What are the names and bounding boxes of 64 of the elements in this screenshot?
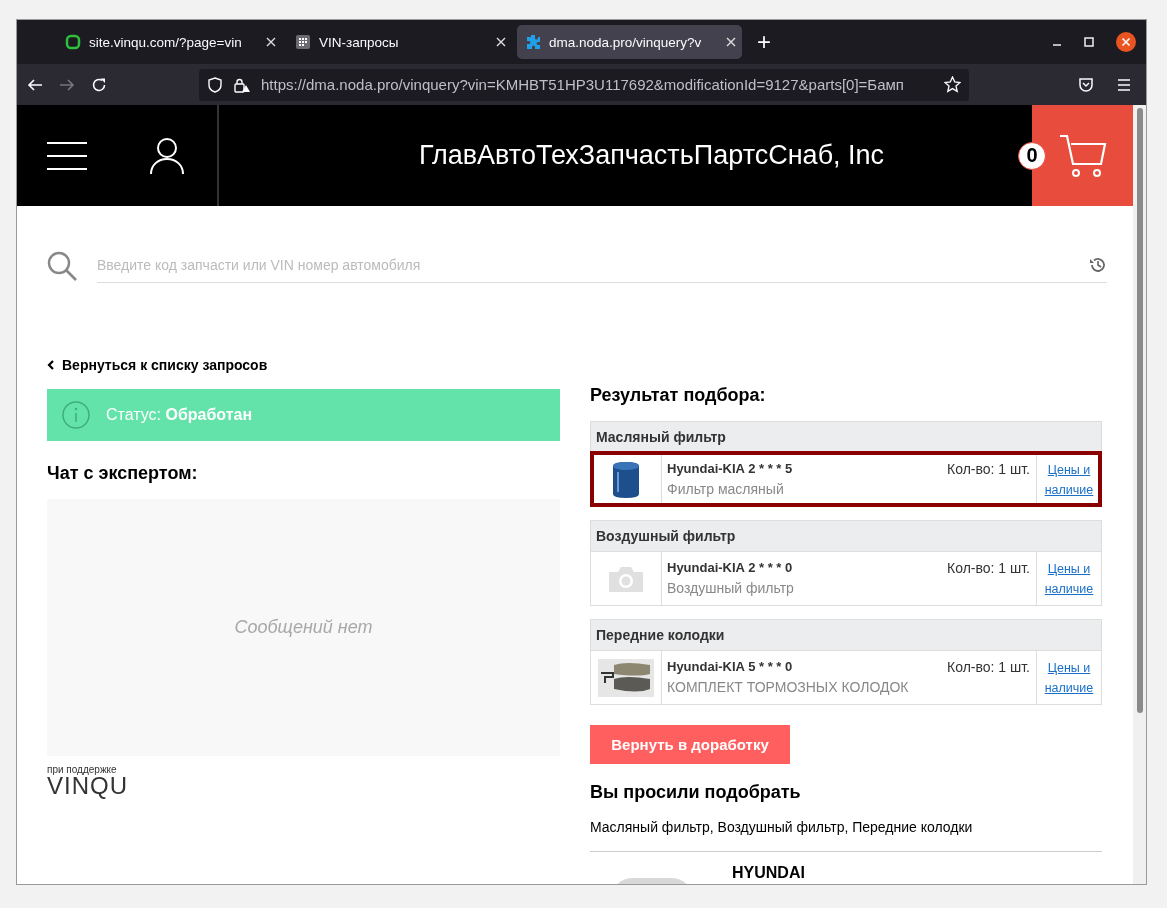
part-number: Hyundai-KIA 5 * * * 0 xyxy=(667,659,794,674)
close-icon[interactable] xyxy=(496,37,506,47)
url-text: https://dma.noda.pro/vinquery?vin=KMHBT51HP3U117692&modificationId=9127&parts[0]=Бамп xyxy=(261,76,905,93)
pocket-icon[interactable] xyxy=(1078,76,1094,93)
group-header: Масляный фильтр xyxy=(591,422,1101,452)
vehicle-make: HYUNDAI xyxy=(732,864,805,883)
vinqu-logo: VINQU xyxy=(47,775,129,797)
status-text: Статус: Обработан xyxy=(106,406,253,424)
quantity-text: Кол-во: 1 шт. xyxy=(947,560,1030,578)
reload-icon[interactable] xyxy=(91,76,107,93)
history-icon[interactable] xyxy=(1089,256,1107,274)
close-icon[interactable] xyxy=(266,37,276,47)
chevron-left-icon xyxy=(47,360,54,370)
lock-warning-icon xyxy=(233,76,251,93)
shield-icon xyxy=(207,76,223,93)
browser-tab[interactable]: dma.noda.pro/vinquery?v xyxy=(517,25,742,59)
tab-title: dma.noda.pro/vinquery?v xyxy=(549,34,703,50)
requested-parts-text: Масляный фильтр, Воздушный фильтр, Передние колодки xyxy=(590,819,974,835)
info-icon xyxy=(62,401,90,429)
browser-tab[interactable]: site.vinqu.com/?page=vin xyxy=(57,25,282,59)
back-link[interactable]: Вернуться к списку запросов xyxy=(47,355,560,375)
back-arrow-icon[interactable] xyxy=(27,76,43,93)
cart-icon xyxy=(1058,133,1107,178)
request-title: Вы просили подобрать xyxy=(590,782,802,803)
prices-link[interactable]: Цены и наличие xyxy=(1043,459,1095,500)
part-row[interactable]: Hyundai-KIA 2 * * * 5 Фильтр масляный Кол-во: 1 шт. Цены и наличие xyxy=(591,452,1101,506)
part-row[interactable]: Hyundai-KIA 5 * * * 0 КОМПЛЕКТ ТОРМОЗНЫХ КОЛОДОК Кол-во: 1 шт. Цены и наличие xyxy=(591,650,1101,704)
part-number: Hyundai-KIA 2 * * * 0 xyxy=(667,560,794,575)
site-title: ГлавАвтоТехЗапчастьПартсСнаб, Inc xyxy=(218,105,1018,206)
part-number: Hyundai-KIA 2 * * * 5 xyxy=(667,461,793,476)
puzzle-icon xyxy=(525,34,541,50)
user-icon[interactable] xyxy=(149,136,185,175)
brake-pads-drawing xyxy=(598,658,654,697)
new-tab-button[interactable]: + xyxy=(757,30,771,54)
prices-link[interactable]: Цены и наличие xyxy=(1043,657,1095,698)
search-icon[interactable] xyxy=(47,250,77,281)
grid-icon xyxy=(295,34,311,50)
cart-count-badge: 0 xyxy=(1018,141,1046,170)
menu-icon[interactable] xyxy=(1116,76,1132,93)
tab-title: site.vinqu.com/?page=vin xyxy=(89,34,243,50)
chat-title: Чат с экспертом: xyxy=(47,463,199,484)
oil-filter-drawing xyxy=(611,459,641,500)
star-icon[interactable] xyxy=(944,76,961,93)
tab-title: VIN-запросы xyxy=(319,34,400,50)
browser-tab[interactable]: VIN-запросы xyxy=(287,25,512,59)
prices-link[interactable]: Цены и наличие xyxy=(1043,558,1095,599)
quantity-text: Кол-во: 1 шт. xyxy=(947,659,1030,677)
close-icon[interactable] xyxy=(726,37,736,47)
results-title: Результат подбора: xyxy=(590,385,767,406)
forward-arrow-icon[interactable] xyxy=(59,76,75,93)
close-icon[interactable] xyxy=(1116,32,1136,52)
part-row[interactable]: Hyundai-KIA 2 * * * 0 Воздушный фильтр Кол-во: 1 шт. Цены и наличие xyxy=(591,551,1101,605)
search-field[interactable]: Введите код запчасти или VIN номер автомобиля xyxy=(97,257,1089,273)
part-description: КОМПЛЕКТ ТОРМОЗНЫХ КОЛОДОК xyxy=(667,679,909,695)
powered-by-caption: при поддержке xyxy=(47,764,118,775)
part-description: Воздушный фильтр xyxy=(667,580,794,596)
maximize-icon[interactable] xyxy=(1084,37,1094,47)
menu-icon[interactable] xyxy=(47,140,87,171)
group-header: Передние колодки xyxy=(591,620,1101,650)
address-bar[interactable]: https://dma.noda.pro/vinquery?vin=KMHBT51HP3U117692&modificationId=9127&parts[0]=Бамп xyxy=(199,68,969,101)
part-description: Фильтр масляный xyxy=(667,481,785,497)
quantity-text: Кол-во: 1 шт. xyxy=(947,461,1030,479)
empty-chat-text: Сообщений нет xyxy=(234,617,373,638)
group-header: Воздушный фильтр xyxy=(591,521,1101,551)
